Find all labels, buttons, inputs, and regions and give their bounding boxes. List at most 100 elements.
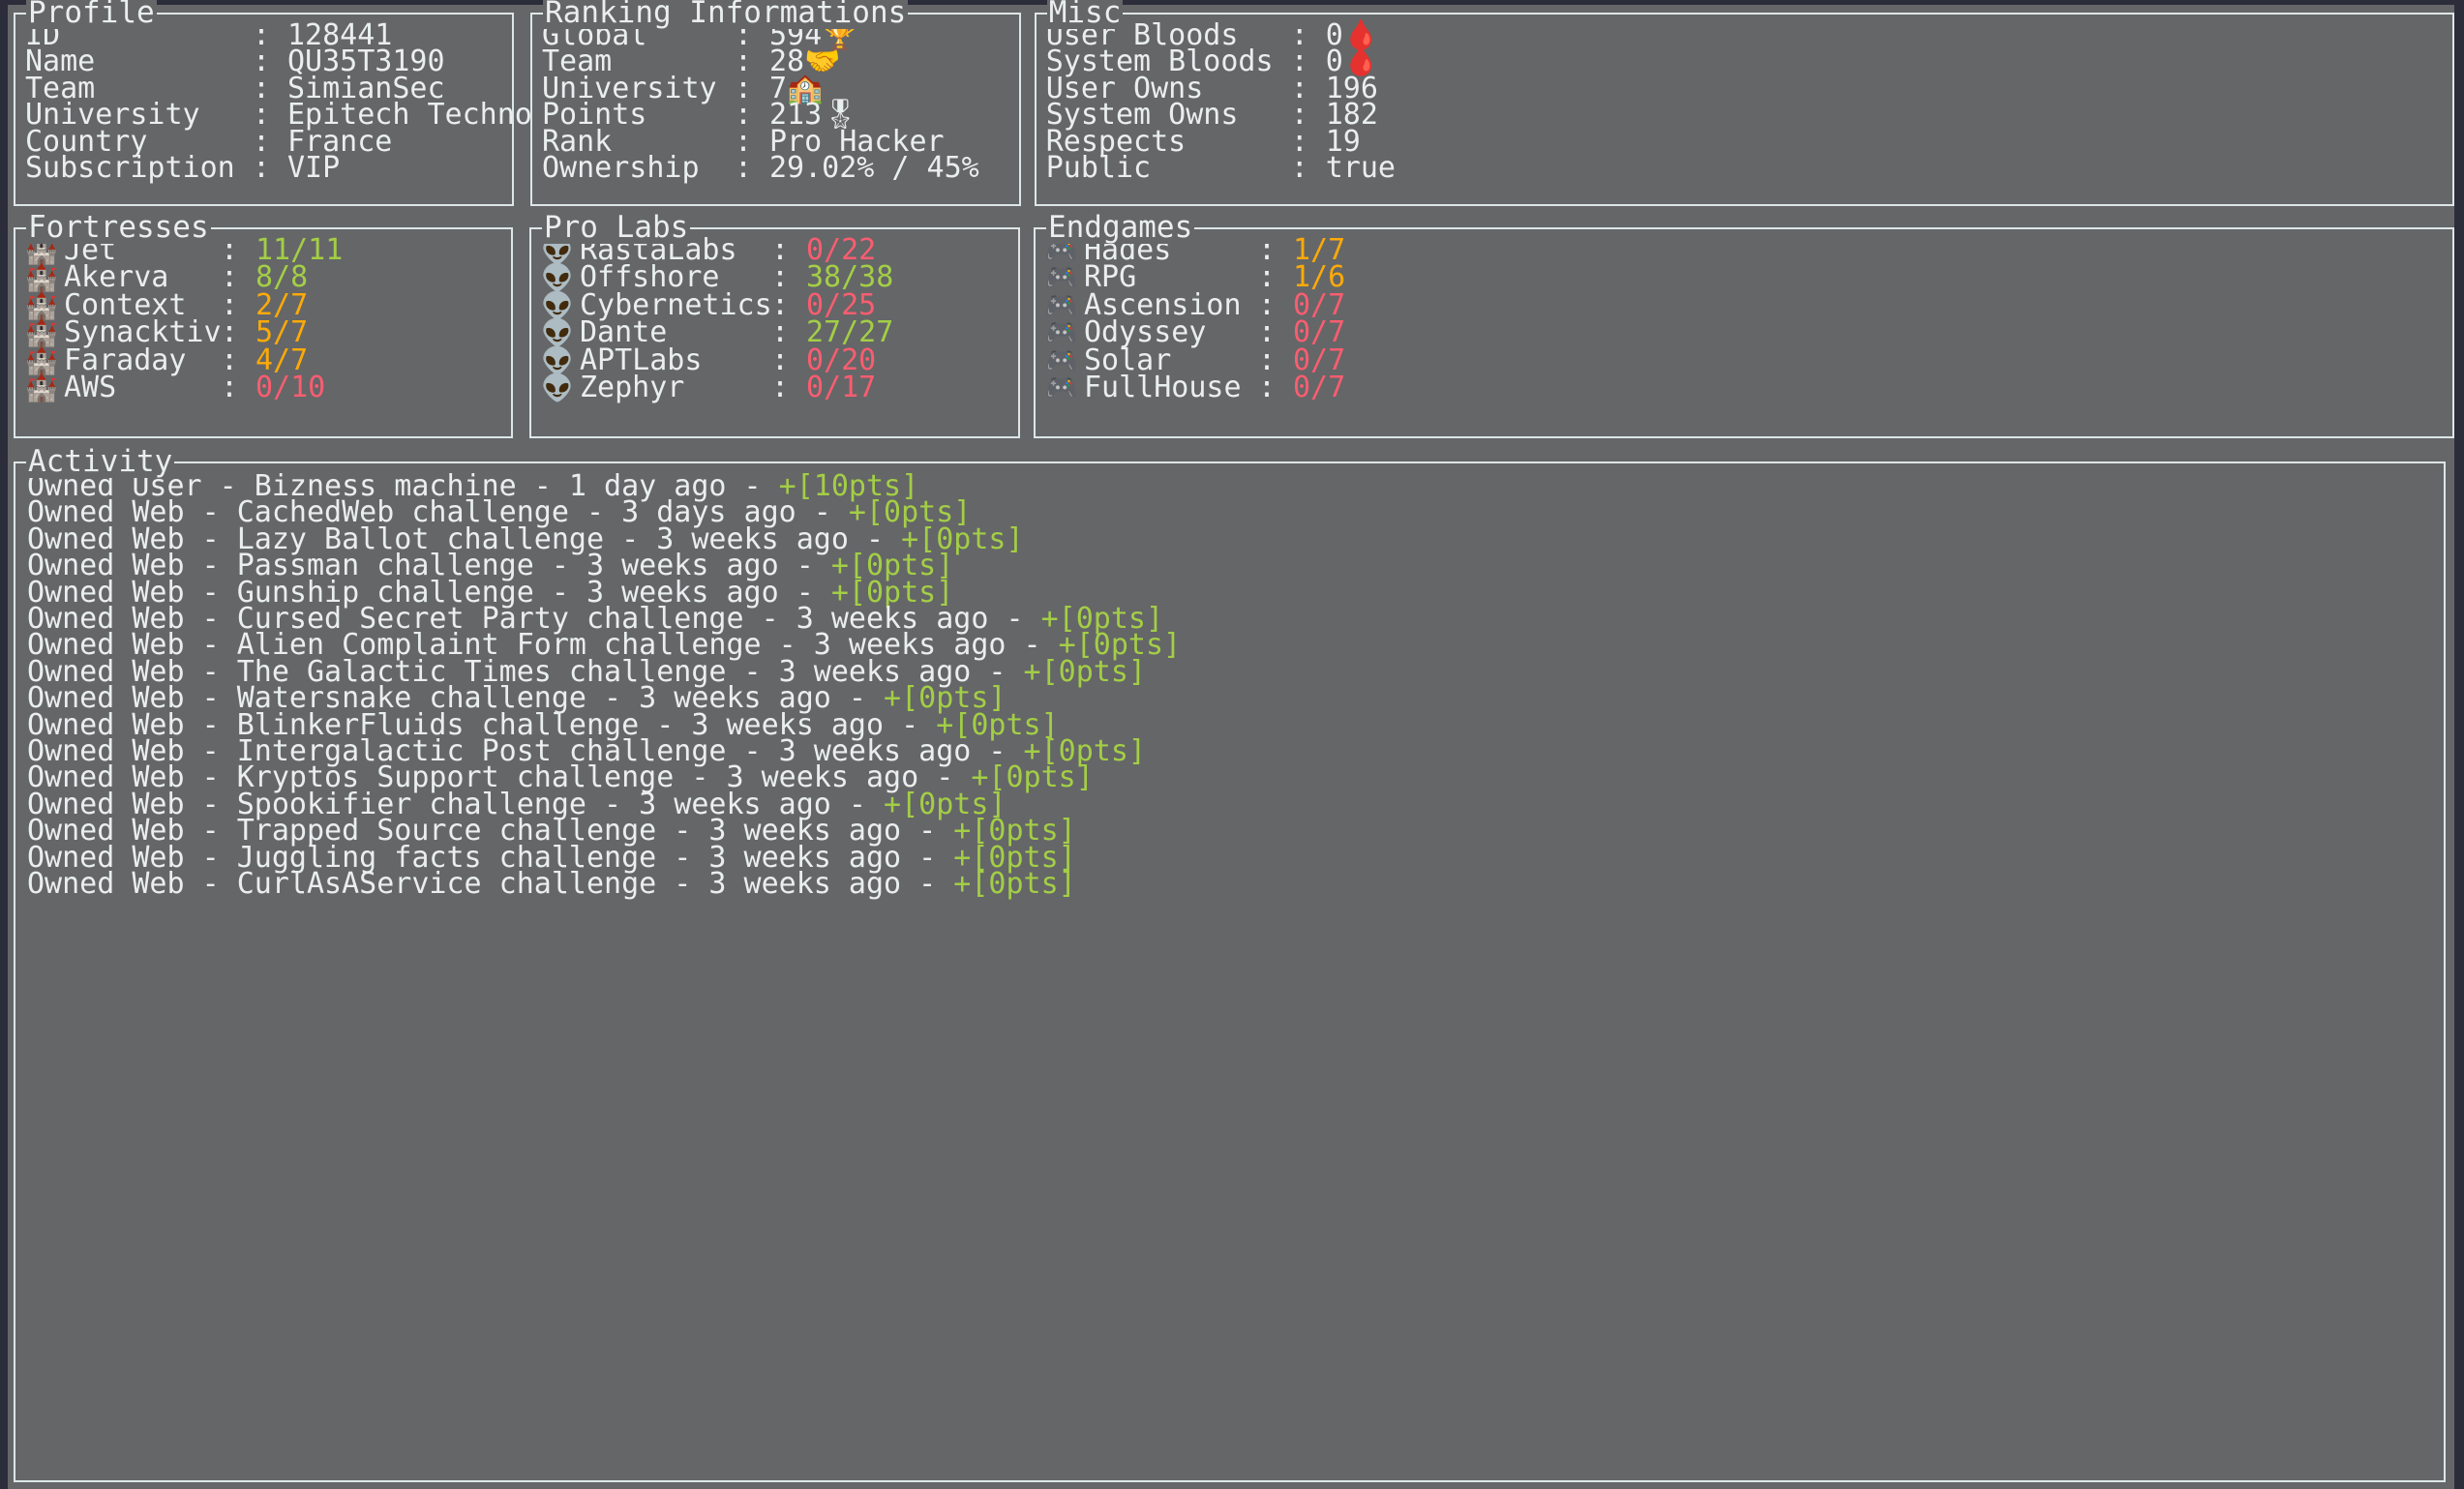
prolabs-row-separator: : <box>770 287 790 322</box>
fortresses-row-separator: : <box>221 371 239 405</box>
misc-row: User Owns:196 <box>1046 74 2452 103</box>
activity-list: Owned User - Bizness machine - 1 day ago… <box>15 463 2444 899</box>
fortresses-row-key: Akerva <box>64 260 169 295</box>
profile-row-key: Subscription <box>25 151 235 186</box>
fortresses-row-separator: : <box>221 315 239 350</box>
fortresses-row-separator: : <box>221 260 239 295</box>
panel-misc-title: Misc <box>1046 0 1124 29</box>
endgames-row-value: 1/6 <box>1292 260 1346 295</box>
prolabs-row-key: Cybernetics <box>579 287 772 322</box>
fortresses-row-value: 4/7 <box>255 342 309 377</box>
endgames-row: 🎮 Solar:0/7 <box>1044 342 2452 377</box>
prolabs-row-value: 0/17 <box>805 371 877 405</box>
terminal-screen: Profile ID:128441 Name: QU35T3190 Team: Simi… <box>8 0 2454 1489</box>
castle-icon: 🏰 <box>25 373 58 404</box>
panel-row-middle: Fortresses 🏰 Jet:11/11 🏰 Akerva:8/8 🏰 Context… <box>8 211 2454 438</box>
endgames-row: 🎮 Odyssey:0/7 <box>1045 315 2452 350</box>
castle-icon: 🏰 <box>25 318 58 349</box>
activity-item-points: +[0pts] <box>1023 654 1146 689</box>
fortresses-row-separator: : <box>221 287 239 322</box>
panel-endgames: Endgames 🎮 Hades:1/7 🎮 RPG:1/6 🎮 Ascension:0/… <box>1033 211 2454 438</box>
prolabs-row-value: 0/25 <box>805 287 877 322</box>
panel-activity-title: Activity <box>26 444 175 479</box>
panel-row-bottom: Activity Owned User - Bizness machine - … <box>8 445 2454 1482</box>
panel-ranking: Ranking Informations Global:594 🏆 Team:28 🤝… <box>530 0 1021 206</box>
alien-icon: 👽 <box>540 373 574 404</box>
prolabs-row: 👽 Zephyr:0/17 <box>540 371 1018 405</box>
endgames-row: 🎮 RPG:1/6 <box>1045 260 2452 295</box>
fortresses-row-key: Faraday <box>64 342 187 377</box>
prolabs-row-key: Dante <box>579 315 668 350</box>
prolabs-row-key: Zephyr <box>579 371 685 405</box>
fortresses-row-key: Context <box>64 287 187 322</box>
endgames-row-separator: : <box>1257 315 1277 350</box>
fortresses-row-value: 11/11 <box>255 233 344 267</box>
endgames-row-value: 0/7 <box>1292 371 1346 405</box>
profile-row: Subscription: VIP <box>25 151 512 186</box>
prolabs-row-separator: : <box>770 371 790 405</box>
panel-fortresses: Fortresses 🏰 Jet:11/11 🏰 Akerva:8/8 🏰 Context… <box>14 211 513 438</box>
panel-row-top: Profile ID:128441 Name: QU35T3190 Team: Simi… <box>8 0 2454 206</box>
endgames-row-key: Ascension <box>1083 287 1242 322</box>
fortresses-row-key: AWS <box>64 371 117 405</box>
castle-icon: 🏰 <box>25 345 58 376</box>
fortresses-row-value: 2/7 <box>255 287 309 322</box>
panel-fortresses-title: Fortresses <box>26 210 211 245</box>
endgames-row-value: 0/7 <box>1292 315 1346 350</box>
endgames-row-separator: : <box>1257 260 1277 295</box>
game-controller-icon: 🎮 <box>1044 290 1078 321</box>
endgames-row-key: Odyssey <box>1083 315 1207 350</box>
prolabs-row-separator: : <box>770 233 790 267</box>
ranking-rows: Global:594 🏆 Team:28 🤝 University:7 🏫 Points:2… <box>532 15 1019 186</box>
prolabs-row-key: Offshore <box>579 260 720 295</box>
endgames-row: 🎮 Hades:1/7 <box>1045 233 2452 267</box>
alien-icon: 👽 <box>540 318 574 349</box>
ranking-row-value: 29.02% / 45% <box>769 151 979 186</box>
activity-item-points: +[0pts] <box>953 867 1076 902</box>
fortresses-row: 🏰 AWS:0/10 <box>25 371 511 405</box>
terminal-window: Profile ID:128441 Name: QU35T3190 Team: Simi… <box>0 0 2464 1489</box>
endgames-row-key: Solar <box>1083 342 1172 377</box>
panel-profile: Profile ID:128441 Name: QU35T3190 Team: Simi… <box>14 0 602 206</box>
profile-rows: ID:128441 Name: QU35T3190 Team: SimianSec Uni… <box>15 15 602 186</box>
prolabs-row-value: 0/22 <box>805 233 877 267</box>
endgames-row-value: 1/7 <box>1292 233 1346 267</box>
panel-pro-labs: Pro Labs 👽 RastaLabs:0/22 👽 Offshore:38/38 👽… <box>528 211 1020 438</box>
panel-profile-title: Profile <box>26 0 157 29</box>
alien-icon: 👽 <box>540 263 574 294</box>
ranking-row-separator: : <box>735 151 753 186</box>
misc-rows: User Bloods:0 🩸 System Bloods:0 🩸 User Owns:… <box>1037 15 2452 186</box>
fortresses-row-key: Synacktiv <box>64 315 222 350</box>
prolabs-row-key: APTLabs <box>579 342 703 377</box>
misc-row: System Bloods:0 🩸 <box>1046 47 2452 76</box>
alien-icon: 👽 <box>540 345 574 376</box>
prolabs-row-separator: : <box>770 260 790 295</box>
fortresses-row-separator: : <box>221 342 239 377</box>
misc-row: System Owns:182 <box>1046 100 2452 129</box>
endgames-row-separator: : <box>1257 233 1277 267</box>
fortresses-row-value: 0/10 <box>255 371 326 405</box>
prolabs-row-separator: : <box>770 342 790 377</box>
panel-ranking-title: Ranking Informations <box>543 0 909 29</box>
castle-icon: 🏰 <box>25 263 58 294</box>
ranking-row-key: Ownership <box>542 151 700 186</box>
fortresses-row-value: 8/8 <box>255 260 309 295</box>
endgames-rows: 🎮 Hades:1/7 🎮 RPG:1/6 🎮 Ascension:0/7 🎮 Odyssey… <box>1036 229 2452 402</box>
panel-misc: Misc User Bloods:0 🩸 System Bloods:0 🩸 User … <box>1034 0 2454 206</box>
misc-row: Respects:19 <box>1046 127 2452 156</box>
misc-row: Public: true <box>1045 151 2452 186</box>
endgames-row: 🎮 Ascension:0/7 <box>1044 287 2452 322</box>
endgames-row-value: 0/7 <box>1292 342 1346 377</box>
panel-activity: Activity Owned User - Bizness machine - … <box>14 445 2446 1482</box>
castle-icon: 🏰 <box>25 290 58 321</box>
endgames-row: 🎮 FullHouse:0/7 <box>1045 371 2452 405</box>
fortresses-rows: 🏰 Jet:11/11 🏰 Akerva:8/8 🏰 Context:2/7 🏰 Synack… <box>15 229 511 402</box>
activity-item: Owned Web - CurlAsAService challenge - 3… <box>27 870 2444 899</box>
endgames-row-separator: : <box>1257 287 1277 322</box>
prolabs-row-value: 0/20 <box>805 342 877 377</box>
panel-pro-labs-title: Pro Labs <box>541 210 691 245</box>
game-controller-icon: 🎮 <box>1044 345 1078 376</box>
misc-row-key: Public <box>1045 151 1152 186</box>
activity-item-text: Owned Web - CurlAsAService challenge - 3… <box>27 867 954 902</box>
endgames-row-value: 0/7 <box>1292 287 1346 322</box>
